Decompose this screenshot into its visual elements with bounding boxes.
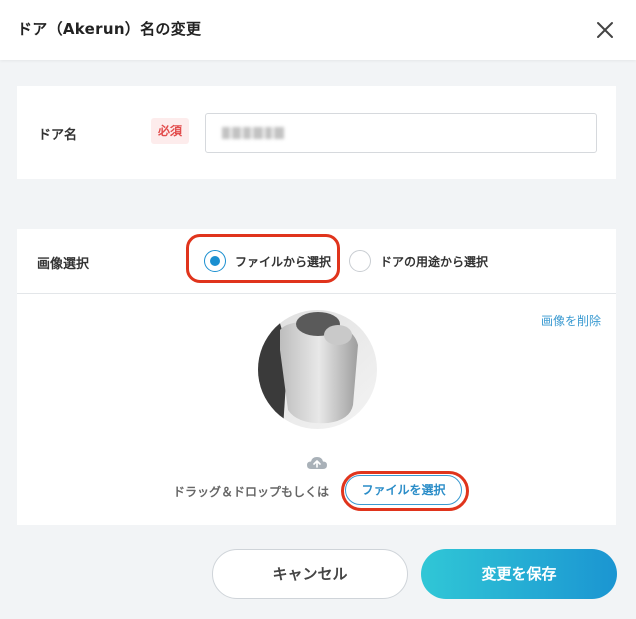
dialog-header: ドア（Akerun）名の変更 bbox=[0, 0, 636, 60]
cancel-button[interactable]: キャンセル bbox=[212, 549, 408, 599]
radio-file-select[interactable]: ファイルから選択 bbox=[204, 248, 331, 274]
door-name-input[interactable] bbox=[205, 113, 597, 153]
radio-unselected-icon bbox=[349, 250, 371, 272]
door-name-label: ドア名 bbox=[38, 128, 78, 143]
door-image-preview bbox=[258, 310, 377, 429]
required-badge: 必須 bbox=[151, 118, 189, 144]
radio-file-select-label: ファイルから選択 bbox=[235, 254, 332, 269]
door-name-card: ドア名 必須 bbox=[17, 86, 616, 179]
drag-drop-text: ドラッグ＆ドロップもしくは bbox=[173, 485, 330, 499]
divider bbox=[17, 293, 616, 294]
radio-usage-select[interactable]: ドアの用途から選択 bbox=[349, 248, 488, 274]
choose-file-button[interactable]: ファイルを選択 bbox=[345, 475, 462, 505]
dialog-title: ドア（Akerun）名の変更 bbox=[17, 20, 202, 38]
radio-usage-select-label: ドアの用途から選択 bbox=[380, 254, 489, 269]
save-button[interactable]: 変更を保存 bbox=[421, 549, 617, 599]
image-select-label: 画像選択 bbox=[37, 257, 90, 272]
image-select-card: 画像選択 ファイルから選択 ドアの用途から選択 画像を削除 ドラッグ＆ドロップも… bbox=[17, 229, 616, 525]
blurred-door-name bbox=[222, 124, 284, 142]
radio-selected-icon bbox=[204, 250, 226, 272]
delete-image-link[interactable]: 画像を削除 bbox=[541, 312, 601, 329]
close-icon bbox=[597, 22, 613, 38]
close-button[interactable] bbox=[594, 19, 616, 41]
cloud-upload-icon bbox=[306, 455, 328, 475]
